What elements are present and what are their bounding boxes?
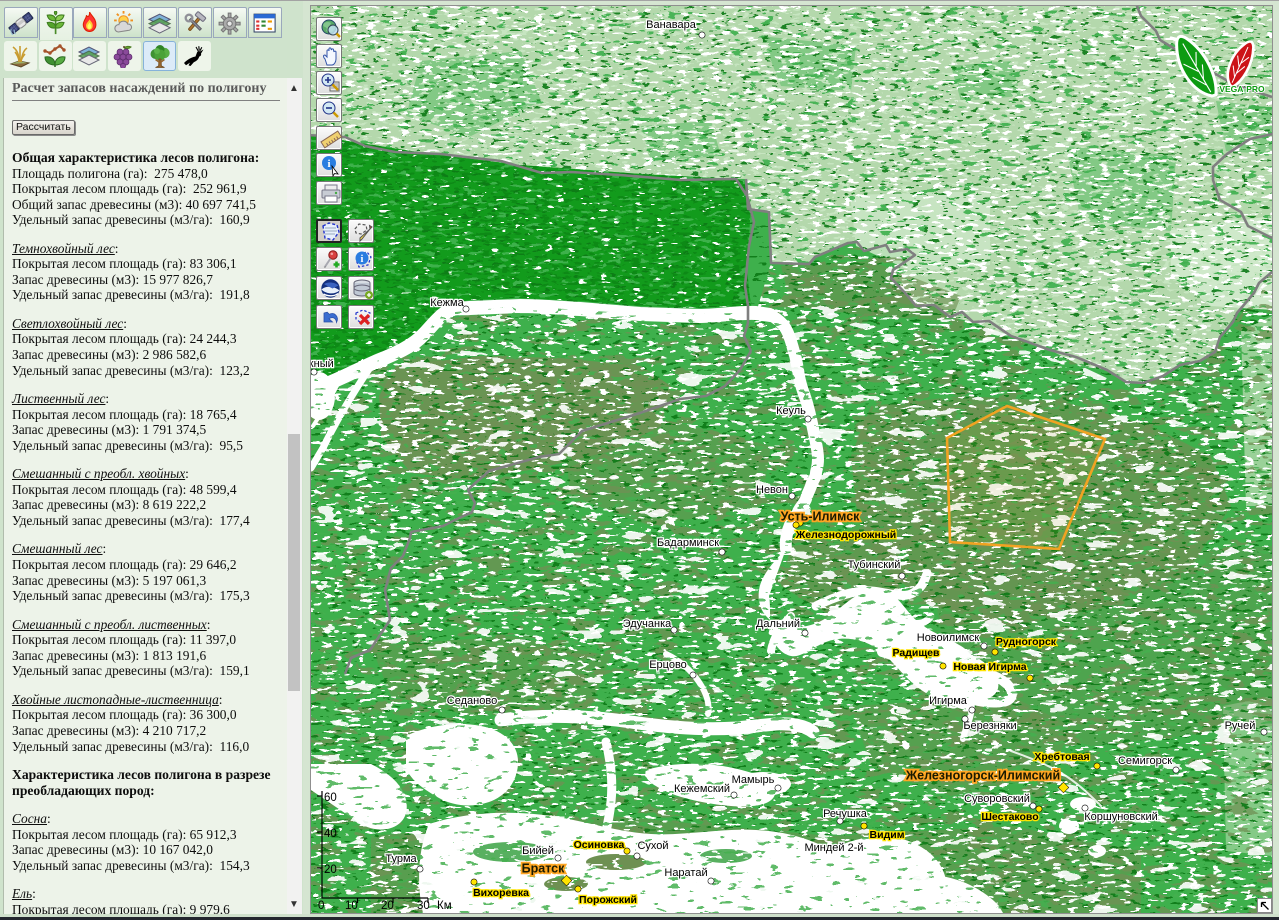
svg-text:Ручей: Ручей — [1225, 720, 1256, 732]
svg-text:Коршуновский: Коршуновский — [1084, 811, 1157, 823]
svg-text:Кеуль: Кеуль — [776, 405, 806, 417]
svg-text:Шестаково: Шестаково — [981, 811, 1038, 823]
svg-text:30: 30 — [417, 900, 430, 912]
svg-text:ежный: ежный — [311, 358, 334, 370]
svg-text:20: 20 — [381, 900, 394, 912]
svg-text:Дальний: Дальний — [756, 618, 800, 630]
svg-text:Порожский: Порожский — [579, 894, 637, 906]
svg-text:Сухой: Сухой — [637, 840, 668, 852]
svg-text:Семигорск: Семигорск — [1118, 755, 1172, 767]
svg-text:Км: Км — [437, 900, 452, 912]
svg-text:Братск: Братск — [522, 862, 565, 876]
svg-text:i: i — [361, 254, 364, 265]
svg-text:Ванавара: Ванавара — [646, 19, 697, 31]
svg-text:VEGA-PRO: VEGA-PRO — [1219, 84, 1265, 94]
svg-text:Игирма: Игирма — [929, 695, 968, 707]
svg-text:Турма: Турма — [385, 853, 417, 865]
svg-text:Железнодорожный: Железнодорожный — [795, 529, 897, 541]
svg-text:Бадарминск: Бадарминск — [657, 537, 719, 549]
svg-text:40: 40 — [324, 828, 337, 840]
svg-text:10: 10 — [345, 900, 358, 912]
svg-text:Осиновка: Осиновка — [574, 839, 625, 851]
svg-text:Эдучанка: Эдучанка — [623, 618, 672, 630]
svg-text:Мамырь: Мамырь — [732, 774, 775, 786]
svg-text:Железногорск-Илимский: Железногорск-Илимский — [905, 769, 1060, 783]
svg-text:Усть-Илимск: Усть-Илимск — [781, 510, 861, 524]
svg-text:60: 60 — [324, 792, 337, 804]
svg-text:Кежемский: Кежемский — [674, 783, 730, 795]
svg-text:Ерцово: Ерцово — [649, 659, 687, 671]
svg-text:Хребтовая: Хребтовая — [1034, 751, 1089, 763]
svg-text:Миндей 2-й: Миндей 2-й — [804, 842, 863, 854]
svg-text:0: 0 — [318, 900, 324, 912]
svg-text:Вихоревка: Вихоревка — [473, 887, 529, 899]
svg-text:Бийей: Бийей — [522, 845, 554, 857]
svg-text:Видим: Видим — [870, 829, 905, 841]
svg-text:Наратай: Наратай — [664, 867, 707, 879]
svg-text:Рудногорск: Рудногорск — [996, 636, 1057, 648]
svg-text:Седаново: Седаново — [447, 695, 497, 707]
svg-text:Радищев: Радищев — [893, 647, 941, 659]
svg-text:Суворовский: Суворовский — [964, 793, 1030, 805]
svg-text:Кежма: Кежма — [430, 297, 464, 309]
svg-text:Невон: Невон — [756, 484, 788, 496]
svg-text:Новоилимск: Новоилимск — [917, 632, 980, 644]
svg-text:20: 20 — [324, 864, 337, 876]
svg-text:Речушка: Речушка — [823, 808, 868, 820]
svg-text:Тубинский: Тубинский — [848, 559, 901, 571]
svg-text:Березняки: Березняки — [963, 720, 1016, 732]
svg-text:Новая Игирма: Новая Игирма — [953, 661, 1026, 673]
svg-text:i: i — [327, 158, 330, 170]
